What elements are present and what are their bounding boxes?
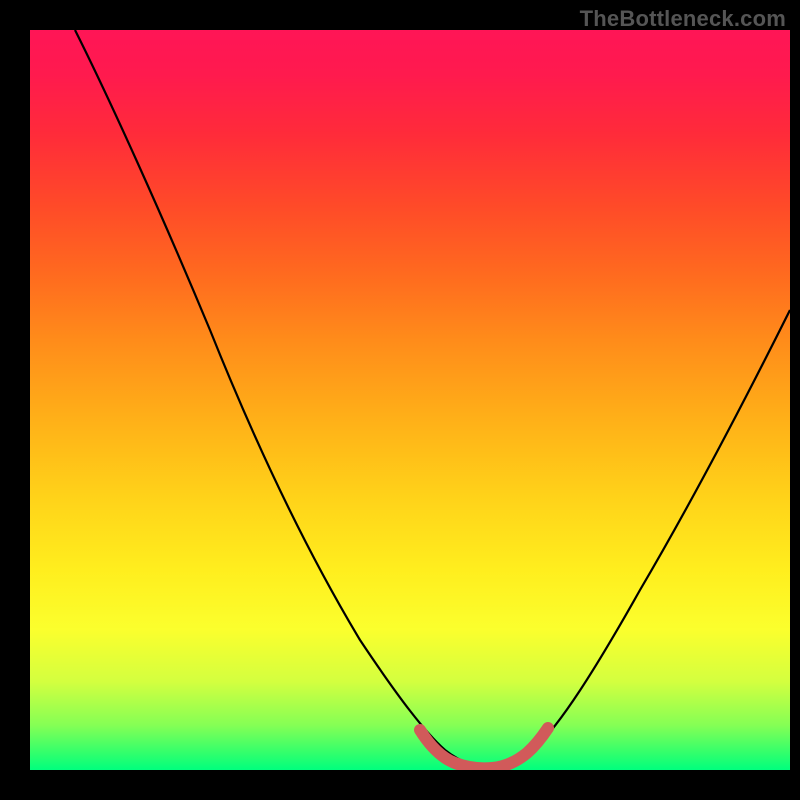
bottleneck-curve [75,30,790,767]
chart-frame: TheBottleneck.com [0,0,800,800]
optimal-zone-highlight [420,728,548,768]
plot-area [30,30,790,770]
watermark-text: TheBottleneck.com [580,6,786,32]
curve-layer [30,30,790,770]
